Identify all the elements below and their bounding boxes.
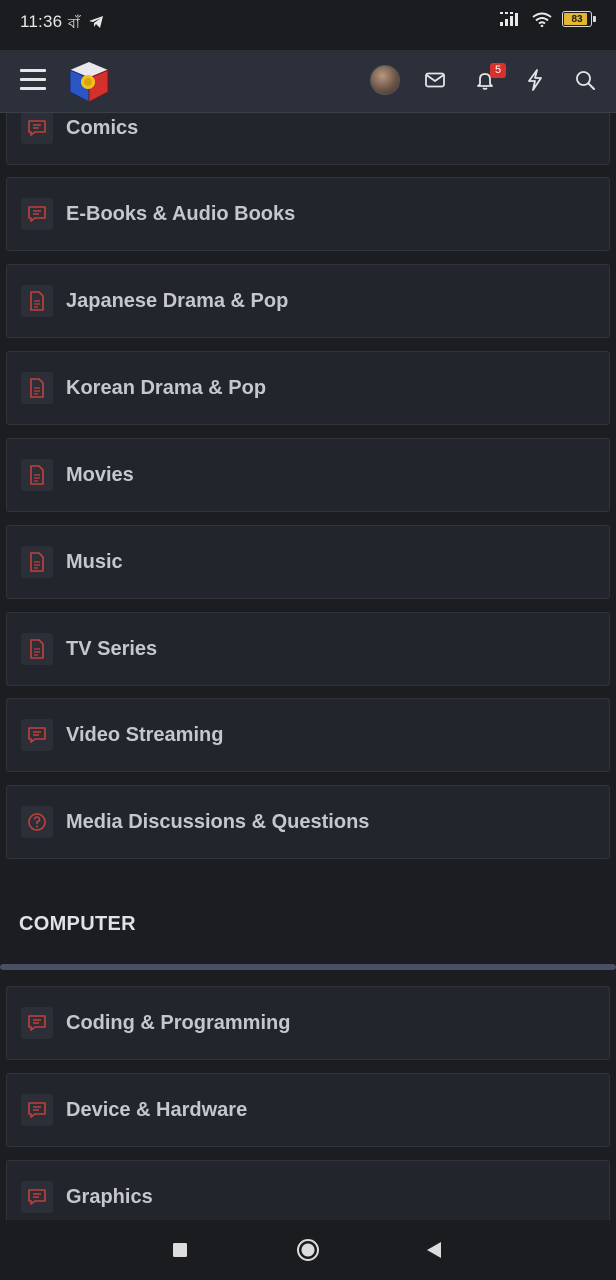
document-icon	[21, 459, 53, 491]
back-triangle-icon[interactable]	[426, 1241, 442, 1259]
comment-icon	[21, 113, 53, 144]
forum-title[interactable]: Graphics	[66, 1161, 153, 1220]
nav-actions: 5	[350, 63, 600, 95]
category-divider	[0, 964, 616, 970]
top-navbar: 5	[0, 50, 616, 113]
home-circle-icon[interactable]	[296, 1238, 320, 1262]
envelope-icon	[425, 72, 445, 88]
document-icon	[21, 372, 53, 404]
site-logo[interactable]	[66, 59, 112, 105]
document-icon	[21, 285, 53, 317]
comment-icon	[21, 198, 53, 230]
forum-node-comics[interactable]: Comics	[6, 113, 610, 165]
forum-title[interactable]: Comics	[66, 113, 138, 164]
forum-node-ebooks[interactable]: E-Books & Audio Books	[6, 177, 610, 251]
status-bar: 11:36 বাঁ 83	[0, 0, 616, 46]
forum-node-music[interactable]: Music	[6, 525, 610, 599]
forum-title[interactable]: Japanese Drama & Pop	[66, 265, 288, 337]
question-icon	[21, 806, 53, 838]
system-nav-bar	[0, 1220, 616, 1280]
forum-node-device-hardware[interactable]: Device & Hardware	[6, 1073, 610, 1147]
telegram-icon	[88, 16, 103, 28]
forum-node-japanese-drama[interactable]: Japanese Drama & Pop	[6, 264, 610, 338]
forum-list: Comics E-Books & Audio Books Japanese Dr…	[0, 113, 616, 1220]
lightning-icon	[528, 69, 542, 91]
forum-node-movies[interactable]: Movies	[6, 438, 610, 512]
status-right: 83	[500, 11, 596, 27]
forum-title[interactable]: Coding & Programming	[66, 987, 290, 1059]
forum-title[interactable]: TV Series	[66, 613, 157, 685]
forum-node-video-streaming[interactable]: Video Streaming	[6, 698, 610, 772]
battery-level: 83	[571, 13, 583, 25]
status-time: 11:36	[20, 12, 63, 31]
comment-icon	[21, 1094, 53, 1126]
document-icon	[21, 633, 53, 665]
forum-title[interactable]: Movies	[66, 439, 134, 511]
forum-title[interactable]: Media Discussions & Questions	[66, 786, 369, 858]
search-button[interactable]	[570, 65, 600, 95]
avatar	[370, 65, 400, 95]
forum-title[interactable]: E-Books & Audio Books	[66, 178, 295, 250]
forum-title[interactable]: Music	[66, 526, 123, 598]
user-avatar-button[interactable]	[370, 65, 400, 95]
forum-title[interactable]: Korean Drama & Pop	[66, 352, 266, 424]
whats-new-button[interactable]	[520, 65, 550, 95]
battery-icon: 83	[562, 11, 596, 27]
comment-icon	[21, 719, 53, 751]
forum-node-korean-drama[interactable]: Korean Drama & Pop	[6, 351, 610, 425]
recents-square-icon[interactable]	[172, 1242, 188, 1258]
menu-icon[interactable]	[20, 69, 46, 91]
search-icon	[576, 71, 595, 90]
document-icon	[21, 546, 53, 578]
forum-node-coding[interactable]: Coding & Programming	[6, 986, 610, 1060]
category-title[interactable]: COMPUTER	[19, 913, 136, 936]
forum-node-graphics[interactable]: Graphics	[6, 1160, 610, 1220]
comment-icon	[21, 1007, 53, 1039]
forum-title[interactable]: Device & Hardware	[66, 1074, 247, 1146]
status-indicator: বাঁ	[68, 12, 104, 36]
forum-node-media-discussions[interactable]: Media Discussions & Questions	[6, 785, 610, 859]
alerts-button[interactable]: 5	[470, 63, 506, 95]
forum-node-tv-series[interactable]: TV Series	[6, 612, 610, 686]
inbox-button[interactable]	[420, 65, 450, 95]
notification-badge: 5	[490, 63, 506, 78]
wifi-icon	[532, 12, 552, 27]
forum-title[interactable]: Video Streaming	[66, 699, 223, 771]
signal-icon	[500, 12, 518, 26]
comment-icon	[21, 1181, 53, 1213]
status-extra-text: বাঁ	[68, 15, 80, 31]
